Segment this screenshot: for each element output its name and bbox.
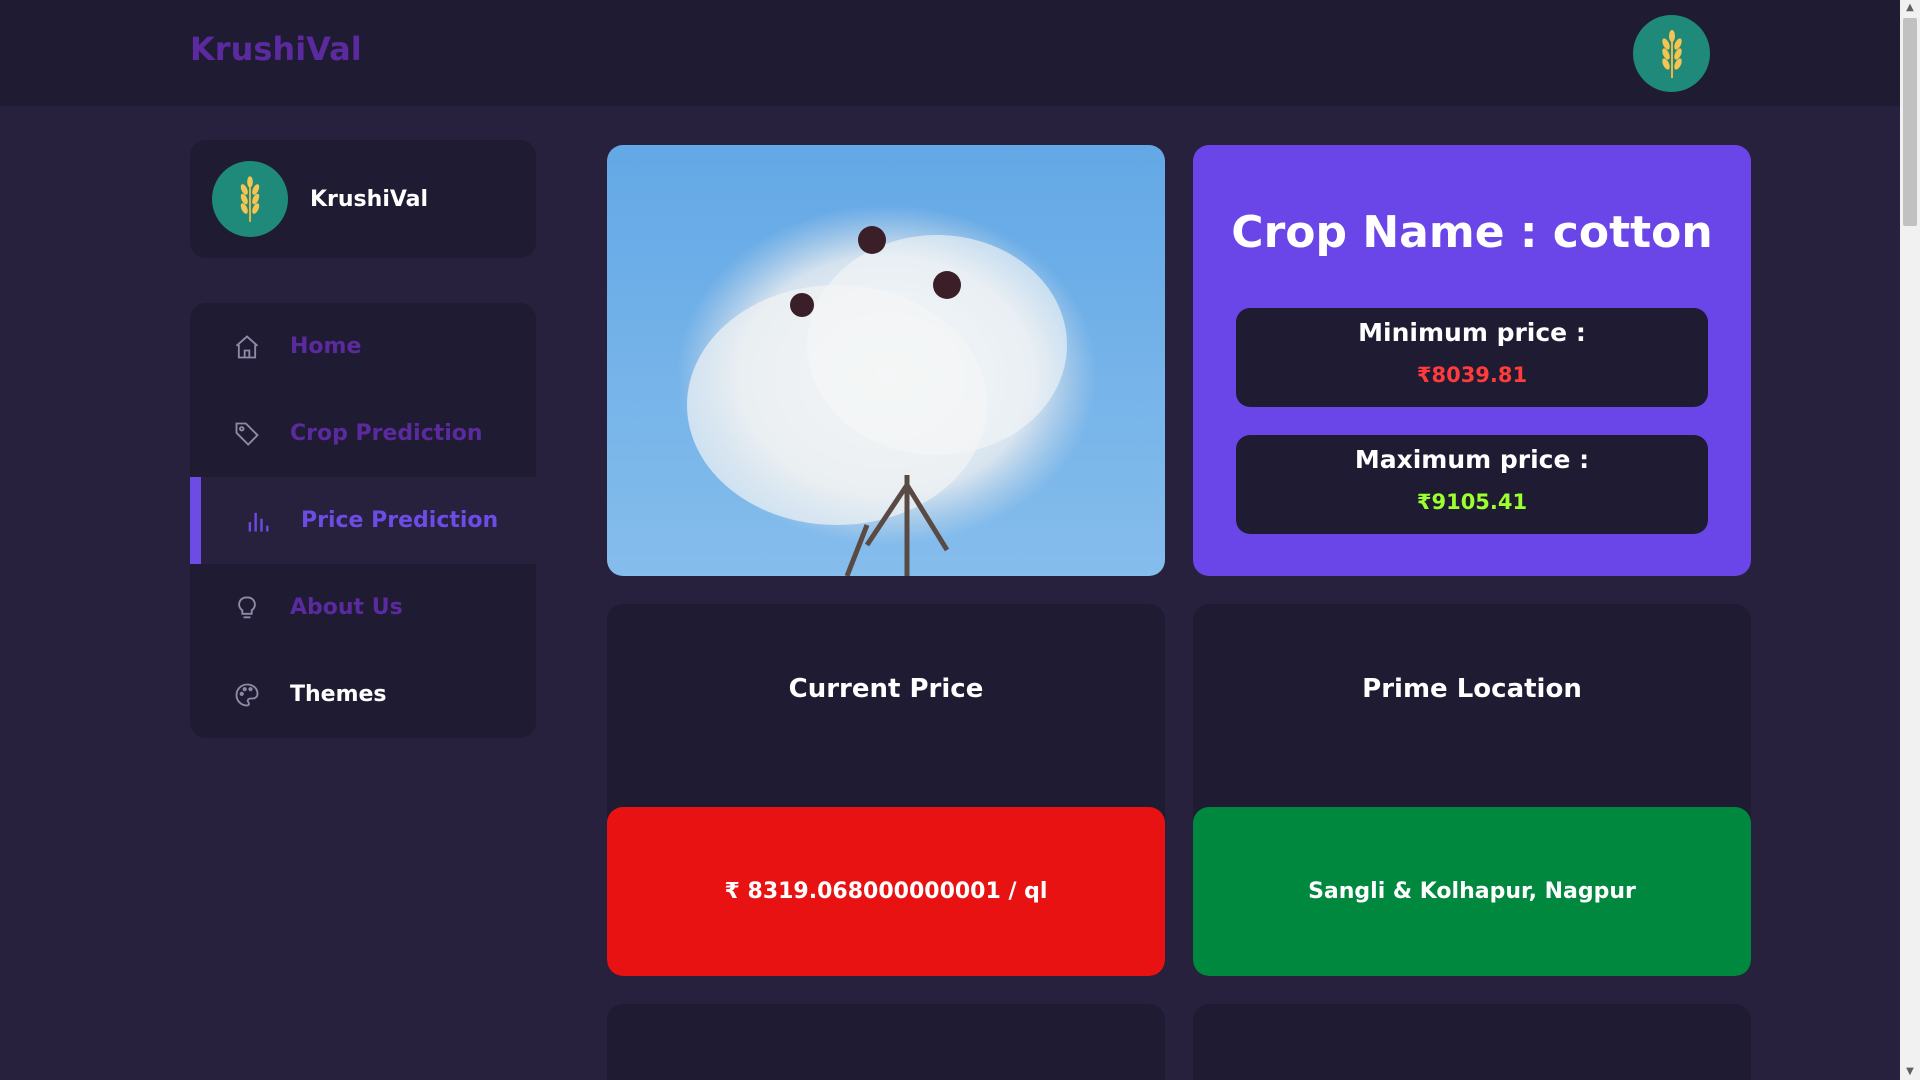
current-price-card: Current Price ₹ 8319.068000000001 / ql [607,604,1165,976]
lightbulb-icon [232,593,262,623]
scrollbar-thumb[interactable] [1903,18,1917,226]
current-price-title: Current Price [788,674,984,704]
crop-info-card: Crop Name : cotton Minimum price : ₹8039… [1193,145,1751,576]
sidebar-item-label: Home [290,334,362,359]
sidebar-item-about-us[interactable]: About Us [190,564,536,651]
minimum-price-value: ₹8039.81 [1416,363,1528,387]
prime-location-value: Sangli & Kolhapur, Nagpur [1193,807,1751,976]
sidebar-item-label: Themes [290,682,387,707]
user-avatar[interactable] [1633,15,1710,92]
maximum-price-box: Maximum price : ₹9105.41 [1236,435,1708,534]
maximum-price-label: Maximum price : [1354,445,1590,474]
palette-icon [232,680,262,710]
bottom-card-left [607,1004,1165,1080]
minimum-price-label: Minimum price : [1358,318,1586,347]
minimum-price-box: Minimum price : ₹8039.81 [1236,308,1708,407]
scroll-up-arrow-icon[interactable]: ▲ [1900,0,1920,16]
bottom-card-right [1193,1004,1751,1080]
sidebar-item-price-prediction[interactable]: Price Prediction [190,477,536,564]
page-scrollbar[interactable]: ▲ ▼ [1900,0,1920,1080]
top-bar: KrushiVal [0,0,1900,106]
sidebar-nav: Home Crop Prediction Price Prediction Ab… [190,303,536,738]
sidebar-item-label: Price Prediction [301,508,499,533]
prime-location-card: Prime Location Sangli & Kolhapur, Nagpur [1193,604,1751,976]
cotton-flower-image [677,205,1097,576]
wheat-icon [240,176,260,222]
sidebar-item-label: About Us [290,595,403,620]
crop-name-heading: Crop Name : cotton [1231,207,1713,258]
bar-chart-icon [243,506,273,536]
brand-logo-text[interactable]: KrushiVal [190,30,362,68]
sidebar-item-home[interactable]: Home [190,303,536,390]
profile-card: KrushiVal [190,140,536,258]
crop-photo [607,145,1165,576]
wheat-icon [1661,29,1682,78]
profile-avatar [212,161,288,237]
sidebar-item-crop-prediction[interactable]: Crop Prediction [190,390,536,477]
prime-location-title: Prime Location [1362,674,1582,704]
sidebar-item-themes[interactable]: Themes [190,651,536,738]
home-icon [232,332,262,362]
tag-icon [232,419,262,449]
sidebar-item-label: Crop Prediction [290,421,483,446]
current-price-value: ₹ 8319.068000000001 / ql [607,807,1165,976]
profile-name: KrushiVal [310,186,429,212]
maximum-price-value: ₹9105.41 [1416,490,1528,514]
scroll-down-arrow-icon[interactable]: ▼ [1900,1064,1920,1080]
